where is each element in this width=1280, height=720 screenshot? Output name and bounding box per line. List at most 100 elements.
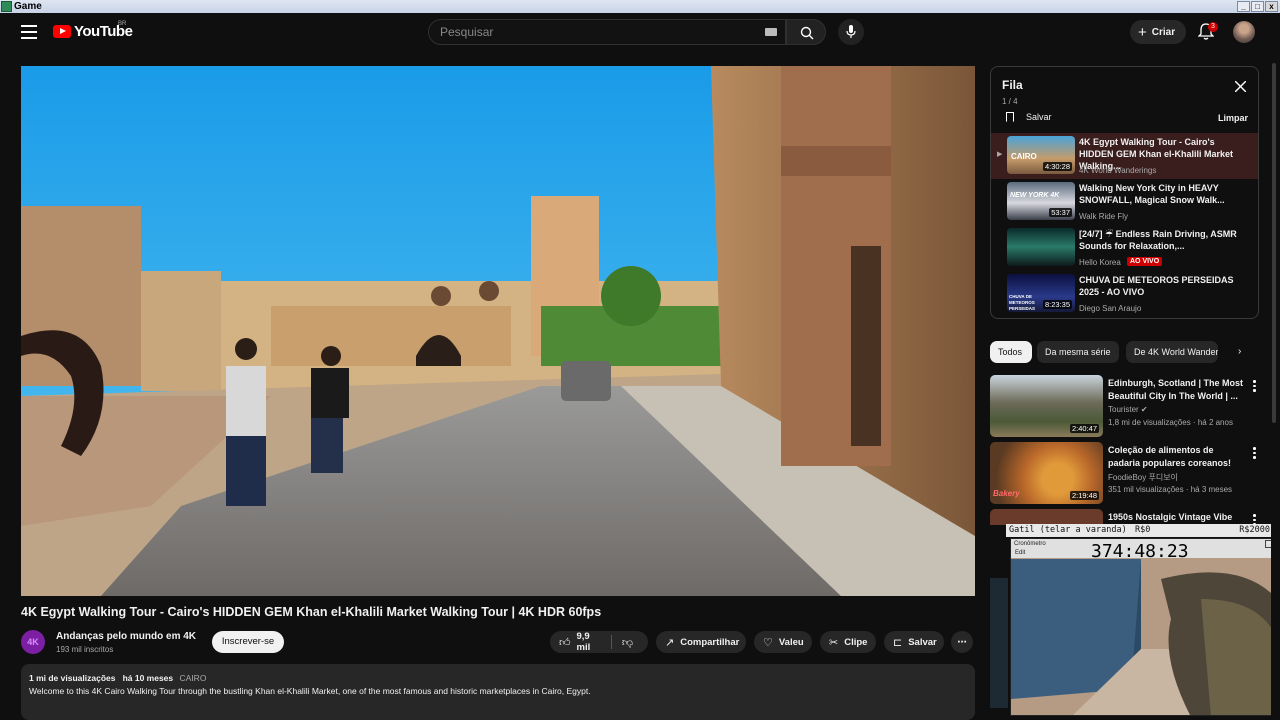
like-dislike-group: 👍︎ 9,9 mil 👎︎ bbox=[550, 631, 648, 653]
microphone-icon bbox=[846, 25, 856, 38]
partial-recommendation-thumbnails bbox=[990, 578, 1008, 708]
close-window-icon[interactable]: x bbox=[1265, 1, 1278, 12]
chip-from-channel[interactable]: De 4K World Wanderings bbox=[1126, 341, 1218, 363]
queue-item-title: [24/7] ☔ Endless Rain Driving, ASMR Soun… bbox=[1079, 229, 1237, 251]
duration-badge: 8:23:35 bbox=[1042, 300, 1072, 309]
goal-target: R$2000 bbox=[1239, 525, 1270, 535]
plus-icon: + bbox=[1138, 23, 1147, 41]
thumbnail-text: CAIRO bbox=[1011, 152, 1037, 161]
recommendation-title: Edinburgh, Scotland | The Most Beautiful… bbox=[1108, 378, 1244, 401]
recommendation-item[interactable]: 1950s Nostalgic Vintage Vibe bbox=[990, 509, 1259, 525]
search-input[interactable] bbox=[429, 20, 729, 44]
recommendation-thumbnail bbox=[990, 509, 1103, 525]
bookmark-icon bbox=[1006, 112, 1014, 122]
now-playing-icon: ▶ bbox=[997, 151, 1003, 158]
view-count: 1 mi de visualizações bbox=[29, 673, 116, 683]
webcam-overlay[interactable]: Cronômetro × Edit 374:48:23 bbox=[1010, 538, 1276, 716]
top-bar: YouTube BR + Criar 3 bbox=[0, 13, 1280, 53]
description-text: Welcome to this 4K Cairo Walking Tour th… bbox=[29, 686, 591, 696]
goal-label: Gatil (telar a varanda) bbox=[1009, 525, 1127, 535]
thumbs-down-icon[interactable]: 👎︎ bbox=[622, 636, 633, 649]
window-titlebar: Game _ □ x bbox=[0, 0, 1280, 13]
bookmark-icon: ⊏ bbox=[893, 636, 903, 649]
description-box[interactable]: 1 mi de visualizações há 10 meses CAIRO … bbox=[21, 664, 975, 720]
keyboard-icon[interactable] bbox=[765, 28, 777, 36]
search-button[interactable] bbox=[786, 19, 826, 45]
thumbnail-text: NEW YORK 4K bbox=[1010, 192, 1060, 199]
video-player[interactable] bbox=[21, 66, 975, 596]
verified-icon: ✔ bbox=[1140, 405, 1148, 414]
share-label: Compartilhar bbox=[680, 636, 740, 648]
thanks-label: Valeu bbox=[778, 636, 804, 648]
channel-name[interactable]: Andanças pelo mundo em 4K bbox=[56, 631, 196, 642]
more-vertical-icon[interactable] bbox=[1253, 447, 1257, 461]
voice-search-button[interactable] bbox=[838, 19, 864, 45]
description-meta: 1 mi de visualizações há 10 meses CAIRO bbox=[29, 673, 967, 683]
more-horizontal-icon: ⋯ bbox=[957, 636, 967, 648]
queue-title: Fila bbox=[1002, 78, 1023, 92]
search-box bbox=[428, 19, 786, 45]
maximize-icon[interactable]: □ bbox=[1251, 1, 1264, 12]
recommendation-item[interactable]: Bakery 2:19:48 Coleção de alimentos de p… bbox=[990, 442, 1259, 506]
page-scrollbar[interactable] bbox=[1271, 53, 1277, 720]
queue-save-label: Salvar bbox=[1026, 112, 1052, 122]
clip-label: Clipe bbox=[844, 636, 868, 648]
video-frame bbox=[21, 66, 975, 596]
hamburger-menu-icon[interactable] bbox=[21, 25, 37, 39]
live-badge: AO VIVO bbox=[1127, 257, 1163, 266]
channel-label: Tourister bbox=[1108, 405, 1139, 414]
recommendation-title: Coleção de alimentos de padaria populare… bbox=[1108, 445, 1232, 468]
thumbs-up-icon[interactable]: 👍︎ bbox=[559, 636, 571, 649]
goal-overlay: Gatil (telar a varanda) R$0 R$2000 bbox=[1006, 524, 1274, 537]
video-title: 4K Egypt Walking Tour - Cairo's HIDDEN G… bbox=[21, 605, 602, 619]
recommendation-meta: 351 mil visualizações · há 3 meses bbox=[1108, 485, 1233, 494]
timer-menu-label: Edit bbox=[1015, 550, 1026, 556]
share-button[interactable]: ↗ Compartilhar bbox=[656, 631, 746, 653]
window-title: Game bbox=[14, 1, 42, 12]
queue-item-channel: Walk Ride Fly bbox=[1079, 212, 1129, 221]
channel-avatar[interactable]: 4K bbox=[21, 630, 45, 654]
window-controls: _ □ x bbox=[1237, 1, 1278, 12]
create-label: Criar bbox=[1151, 26, 1176, 38]
queue-panel: Fila 1 / 4 Salvar Limpar ▶ CAIRO 4:30:28… bbox=[990, 66, 1259, 319]
super-thanks-icon: ♡ bbox=[763, 636, 773, 649]
subscribe-button[interactable]: Inscrever-se bbox=[212, 631, 284, 653]
save-button[interactable]: ⊏ Salvar bbox=[884, 631, 944, 653]
queue-item[interactable]: [24/7] ☔ Endless Rain Driving, ASMR Soun… bbox=[991, 225, 1258, 271]
like-count[interactable]: 9,9 mil bbox=[577, 631, 598, 653]
close-icon[interactable] bbox=[1235, 81, 1246, 92]
queue-save-button[interactable]: Salvar bbox=[1006, 112, 1052, 122]
recommendation-title: 1950s Nostalgic Vintage Vibe bbox=[1108, 512, 1233, 522]
queue-item[interactable]: ▶ CAIRO 4:30:28 4K Egypt Walking Tour - … bbox=[991, 133, 1258, 179]
account-avatar[interactable] bbox=[1233, 21, 1255, 43]
recommendation-item[interactable]: 2:40:47 Edinburgh, Scotland | The Most B… bbox=[990, 375, 1259, 439]
queue-item[interactable]: NEW YORK 4K 53:37 Walking New York City … bbox=[991, 179, 1258, 225]
queue-clear-button[interactable]: Limpar bbox=[1218, 113, 1248, 123]
scrollbar-thumb[interactable] bbox=[1272, 63, 1276, 423]
minimize-icon[interactable]: _ bbox=[1237, 1, 1250, 12]
chevron-right-icon[interactable]: › bbox=[1238, 346, 1241, 357]
queue-count: 1 / 4 bbox=[1002, 97, 1018, 106]
queue-item-channel: 4K World Wanderings bbox=[1079, 166, 1157, 175]
youtube-play-icon bbox=[53, 25, 71, 38]
thanks-button[interactable]: ♡ Valeu bbox=[754, 631, 812, 653]
thumbnail-text: Bakery bbox=[993, 489, 1020, 498]
chip-same-series[interactable]: Da mesma série bbox=[1037, 341, 1119, 363]
recommendation-thumbnail: 2:40:47 bbox=[990, 375, 1103, 437]
thumbnail-text: CHUVA DE METEOROS PERSEIDAS bbox=[1009, 294, 1036, 311]
chip-all[interactable]: Todos bbox=[990, 341, 1032, 363]
queue-item[interactable]: CHUVA DE METEOROS PERSEIDAS 8:23:35 CHUV… bbox=[991, 271, 1258, 317]
notification-badge: 3 bbox=[1208, 22, 1218, 32]
more-vertical-icon[interactable] bbox=[1253, 380, 1257, 394]
like-divider bbox=[611, 635, 612, 649]
location-tag[interactable]: CAIRO bbox=[180, 673, 207, 683]
create-button[interactable]: + Criar bbox=[1130, 20, 1186, 44]
more-actions-button[interactable]: ⋯ bbox=[951, 631, 973, 653]
queue-thumbnail: CHUVA DE METEOROS PERSEIDAS 8:23:35 bbox=[1007, 274, 1075, 312]
queue-thumbnail bbox=[1007, 228, 1075, 266]
region-code: BR bbox=[118, 21, 127, 27]
share-icon: ↗ bbox=[665, 636, 675, 649]
clip-button[interactable]: ✂ Clipe bbox=[820, 631, 876, 653]
filter-chips: Todos Da mesma série De 4K World Wanderi… bbox=[990, 341, 1259, 363]
upload-age: há 10 meses bbox=[122, 673, 174, 683]
